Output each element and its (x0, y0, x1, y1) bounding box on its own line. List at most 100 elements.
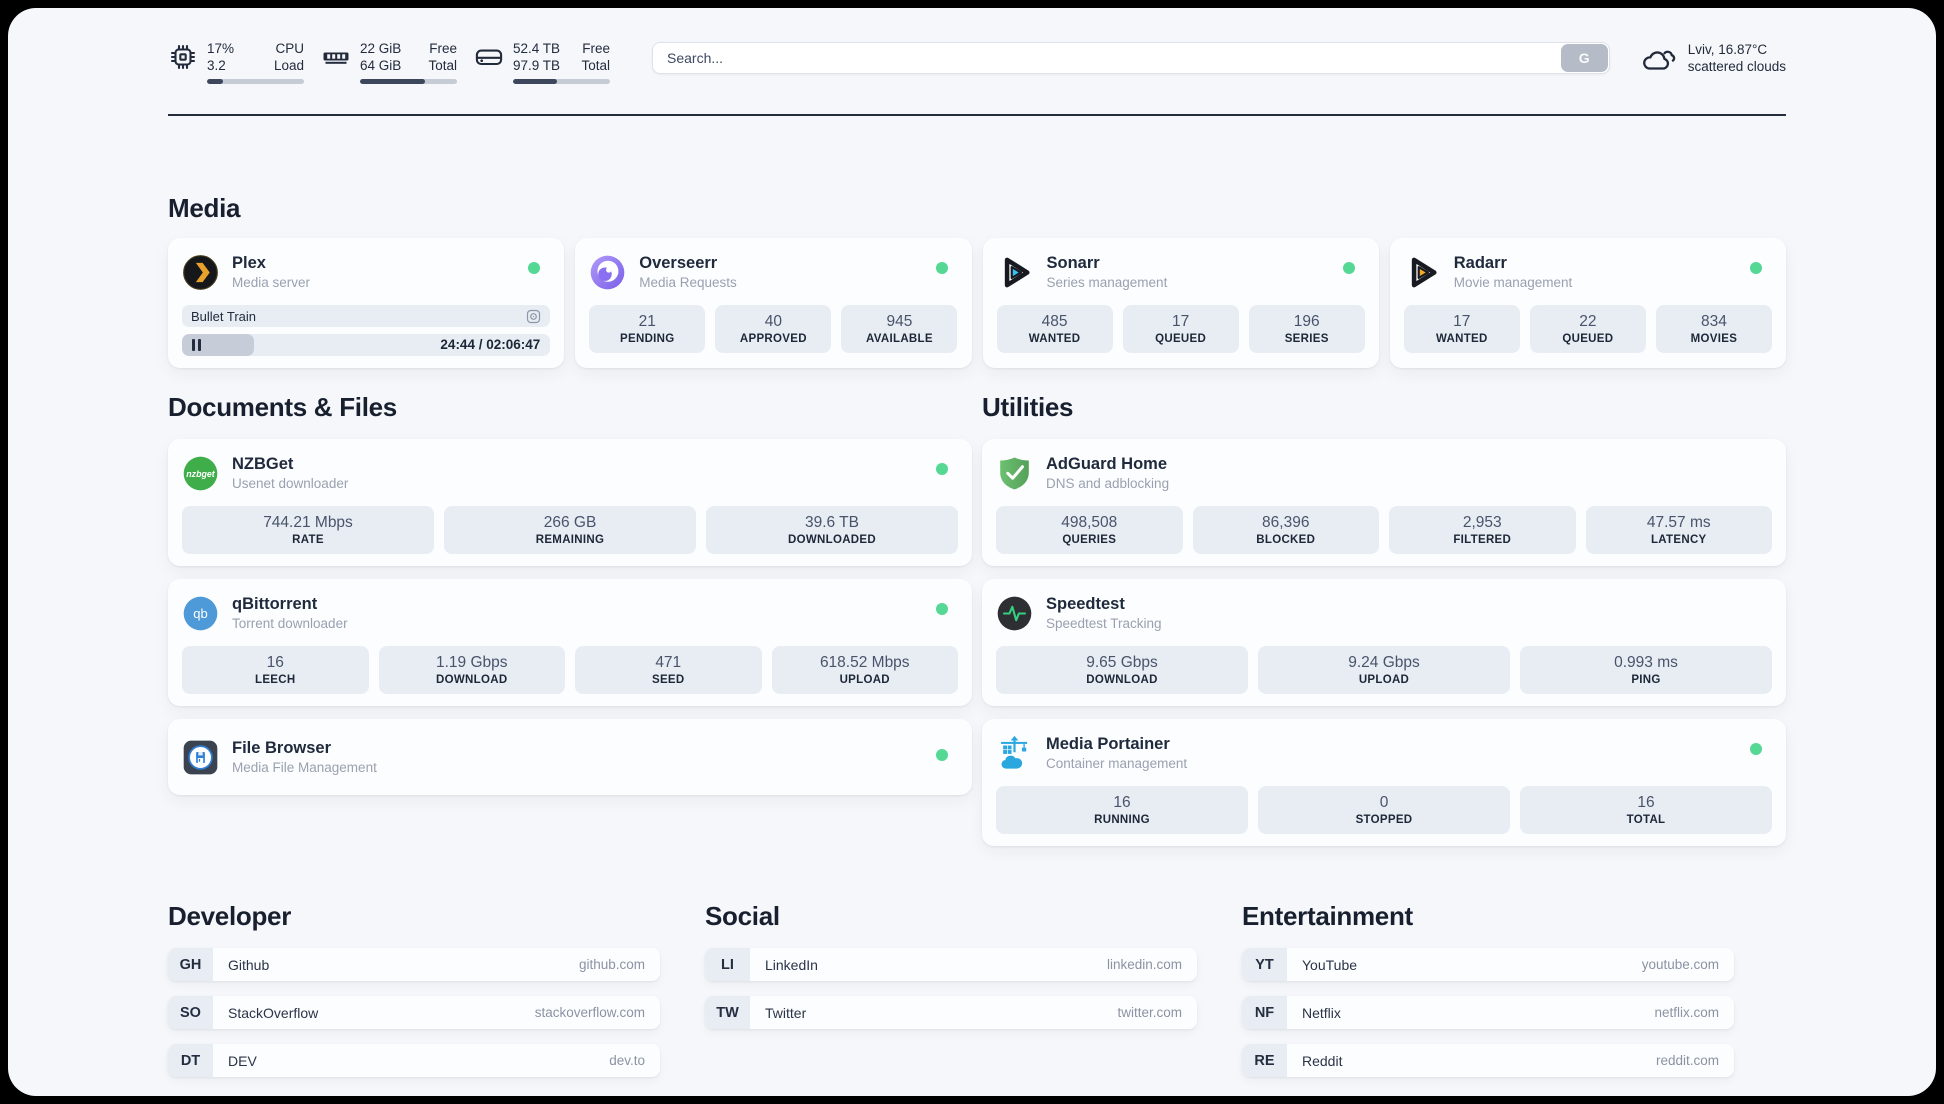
stat-approved: 40 APPROVED (715, 305, 832, 353)
bookmark-url: twitter.com (1117, 1005, 1182, 1020)
weather-location-temp: Lviv, 16.87°C (1687, 42, 1768, 57)
stat-wanted: 17 WANTED (1403, 305, 1520, 353)
bookmark-abbr: NF (1242, 996, 1287, 1029)
app-title: qBittorrent (232, 595, 318, 613)
app-card-sonarr[interactable]: Sonarr Series management 485 WANTED 17 Q… (982, 238, 1379, 368)
app-card-qbittorrent[interactable]: qb qBittorrent Torrent downloader 16 LEE… (168, 579, 972, 706)
stat-running: 16 RUNNING (996, 786, 1248, 834)
app-title: AdGuard Home (1046, 455, 1168, 473)
bookmark-url: dev.to (609, 1053, 645, 1068)
status-dot (935, 262, 948, 274)
bookmark-name: LinkedIn (765, 956, 818, 973)
bookmark-group-entertainment: Entertainment YT YouTube youtube.com NF … (1242, 900, 1734, 1077)
cpu-icon (170, 44, 196, 70)
app-card-plex[interactable]: Plex Media server Bullet Train 24:44 / 0… (168, 238, 565, 368)
bookmark-stackoverflow[interactable]: SO StackOverflow stackoverflow.com (168, 996, 660, 1029)
app-card-nzbget[interactable]: nzbget NZBGet Usenet downloader 744.21 M… (168, 439, 972, 566)
nzbget-icon: nzbget (183, 456, 218, 490)
stat-rate: 744.21 Mbps RATE (182, 506, 434, 554)
bookmark-linkedin[interactable]: LI LinkedIn linkedin.com (705, 948, 1197, 981)
section-title-developer: Developer (168, 901, 292, 931)
stat-movies: 834 MOVIES (1655, 305, 1772, 353)
media-grid: Plex Media server Bullet Train 24:44 / 0… (168, 238, 1786, 368)
bookmark-url: netflix.com (1654, 1005, 1719, 1020)
filebrowser-icon (183, 740, 218, 774)
bookmark-url: reddit.com (1655, 1053, 1719, 1068)
app-subtitle: Media server (232, 275, 311, 290)
app-card-filebrowser[interactable]: File Browser Media File Management (168, 719, 972, 795)
disk-values: 52.4 TB 97.9 TB (513, 41, 561, 73)
dashboard-page: 17% 3.2 CPU Load 22 GiB 64 GiB Free Tota… (8, 8, 1936, 1096)
memory-widget: 22 GiB 64 GiB Free Total (321, 40, 457, 84)
stat-download: 9.65 Gbps DOWNLOAD (996, 646, 1248, 694)
app-card-radarr[interactable]: Radarr Movie management 17 WANTED 22 QUE… (1389, 238, 1786, 368)
stat-latency: 47.57 ms LATENCY (1585, 506, 1772, 554)
stat-queries: 498,508 QUERIES (996, 506, 1183, 554)
bookmark-dev[interactable]: DT DEV dev.to (168, 1044, 660, 1077)
bookmark-abbr: GH (168, 948, 213, 981)
resource-widgets: 17% 3.2 CPU Load 22 GiB 64 GiB Free Tota… (168, 40, 610, 84)
cpu-widget: 17% 3.2 CPU Load (168, 40, 304, 84)
status-dot (936, 463, 948, 475)
portainer-icon (1001, 735, 1028, 769)
weather-condition: scattered clouds (1687, 59, 1786, 74)
app-subtitle: Usenet downloader (232, 476, 349, 491)
stat-series: 196 SERIES (1248, 305, 1365, 353)
bookmark-abbr: DT (168, 1044, 213, 1077)
disk-widget: 52.4 TB 97.9 TB Free Total (474, 40, 610, 84)
bookmark-youtube[interactable]: YT YouTube youtube.com (1242, 948, 1734, 981)
bookmark-twitter[interactable]: TW Twitter twitter.com (705, 996, 1197, 1029)
memory-values: 22 GiB 64 GiB (360, 41, 402, 73)
search-engine-button[interactable]: G (1560, 44, 1608, 72)
app-subtitle: DNS and adblocking (1046, 476, 1170, 491)
bookmark-name: Twitter (765, 1004, 807, 1021)
svg-text:nzbget: nzbget (186, 468, 215, 478)
bookmark-abbr: SO (168, 996, 213, 1029)
stat-available: 945 AVAILABLE (841, 305, 958, 353)
stat-upload: 618.52 Mbps UPLOAD (771, 646, 958, 694)
bookmark-url: linkedin.com (1106, 957, 1182, 972)
stat-upload: 9.24 Gbps UPLOAD (1258, 646, 1510, 694)
memory-icon (323, 52, 349, 64)
status-dot (936, 603, 948, 615)
app-title: Media Portainer (1046, 735, 1170, 753)
stat-remaining: 266 GB REMAINING (444, 506, 696, 554)
app-subtitle: Torrent downloader (232, 616, 348, 631)
radarr-icon (1411, 257, 1437, 287)
section-title-documents: Documents & Files (168, 392, 397, 422)
app-card-adguard[interactable]: AdGuard Home DNS and adblocking 498,508 … (982, 439, 1786, 566)
speedtest-icon (997, 596, 1032, 630)
app-card-overseerr[interactable]: Overseerr Media Requests 21 PENDING 40 A… (575, 238, 972, 368)
status-dot (1750, 743, 1762, 755)
status-dot (1750, 262, 1762, 274)
weather-text: Lviv, 16.87°C scattered clouds (1688, 41, 1786, 75)
stat-download: 1.19 Gbps DOWNLOAD (378, 646, 565, 694)
app-card-portainer[interactable]: Media Portainer Container management 16 … (982, 719, 1786, 846)
search-input[interactable] (652, 42, 1610, 74)
stat-pending: 21 PENDING (589, 305, 706, 353)
bookmark-github[interactable]: GH Github github.com (168, 948, 660, 981)
bookmark-netflix[interactable]: NF Netflix netflix.com (1242, 996, 1734, 1029)
stat-blocked: 86,396 BLOCKED (1192, 506, 1379, 554)
app-card-speedtest[interactable]: Speedtest Speedtest Tracking 9.65 Gbps D… (982, 579, 1786, 706)
bookmark-abbr: RE (1242, 1044, 1287, 1077)
stat-ping: 0.993 ms PING (1520, 646, 1772, 694)
status-dot (936, 749, 948, 761)
qbittorrent-icon: qb (183, 596, 218, 630)
overseerr-icon (590, 255, 625, 289)
stat-leech: 16 LEECH (182, 646, 369, 694)
cpu-values: 17% 3.2 (207, 41, 235, 73)
app-title: NZBGet (232, 455, 294, 473)
stat-wanted: 485 WANTED (996, 305, 1113, 353)
bookmark-reddit[interactable]: RE Reddit reddit.com (1242, 1044, 1734, 1077)
bookmark-group-developer: Developer GH Github github.com SO StackO… (168, 900, 660, 1077)
app-subtitle: Movie management (1453, 275, 1573, 290)
adguard-icon (1000, 457, 1029, 489)
search-bar: G (652, 42, 1610, 74)
pause-icon (192, 339, 201, 351)
section-documents: Documents & Files nzbget NZBGet Usenet d… (168, 391, 972, 795)
bookmark-name: Github (228, 956, 270, 973)
now-playing-title: Bullet Train (191, 308, 257, 324)
app-title: File Browser (232, 739, 332, 757)
app-subtitle: Media File Management (232, 760, 377, 775)
